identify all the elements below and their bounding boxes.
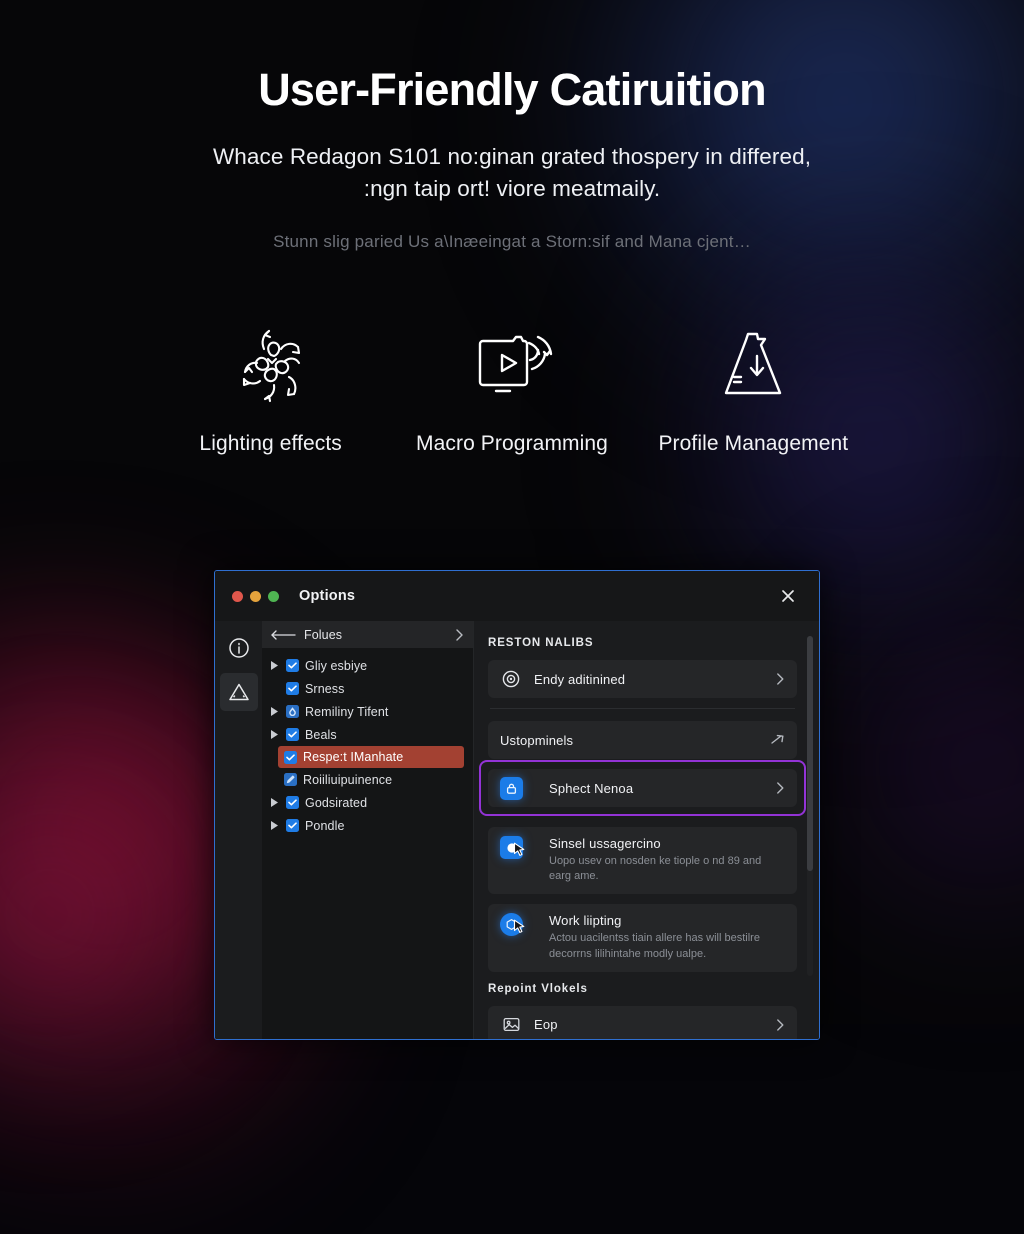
arrow-right-icon[interactable] [771, 734, 784, 746]
tree-item[interactable]: Roiiliuipuinence [262, 768, 473, 791]
vertical-scrollbar[interactable] [807, 636, 813, 976]
section-header: RESTON NALIBS [488, 637, 594, 649]
chevron-right-icon[interactable] [776, 782, 784, 794]
tree-item[interactable]: Srness [262, 677, 473, 700]
cursor-icon [513, 842, 525, 856]
setting-row-endy-aditinined[interactable]: Endy aditinined [488, 660, 797, 698]
tree-item-label: Gliy esbiye [305, 658, 368, 673]
hero-section: User-Friendly Catiruition Whace Redagon … [0, 0, 1024, 252]
expand-triangle-icon[interactable] [268, 730, 280, 739]
feature-profile-management[interactable]: Profile Management [633, 314, 874, 456]
image-icon [500, 1014, 522, 1036]
close-light[interactable] [232, 590, 243, 602]
tree-item-label: Respe:t IManhate [303, 750, 404, 764]
blue-dot-icon [500, 836, 525, 859]
expand-triangle-icon[interactable] [268, 821, 280, 830]
checkbox[interactable] [286, 819, 299, 832]
expand-triangle-icon[interactable] [268, 707, 280, 716]
setting-label: Ustopminels [500, 732, 574, 748]
chevron-right-icon[interactable] [455, 628, 464, 641]
profile-management-icon [633, 314, 874, 414]
feature-lighting-effects[interactable]: Lighting effects [150, 314, 391, 456]
hero-subtitle-line-2: :ngn taip ort! viore meatmaily. [363, 175, 661, 201]
blue-circle-icon [500, 913, 525, 937]
scrollbar-thumb[interactable] [807, 636, 813, 871]
tree-header[interactable]: Folues [262, 621, 473, 648]
options-dialog: Options Folues Gliy esbiye Srness Remili… [214, 570, 820, 1040]
tree-item-selected[interactable]: Respe:t IManhate [278, 746, 464, 768]
hero-note: Stunn slig paried Us a\Inæeingat a Storn… [273, 232, 751, 252]
setting-row-sinsel-ussagercino[interactable]: Sinsel ussagercino Uopo usev on nosden k… [488, 827, 797, 895]
setting-label: Eop [534, 1017, 558, 1033]
setting-row-work-liipting[interactable]: Work liipting Actou uacilentss tiain all… [488, 904, 797, 972]
tree-item-label: Remiliny Tifent [305, 704, 389, 719]
page-title: User-Friendly Catiruition [258, 64, 766, 115]
focused-setting-wrapper: Sphect Nenoa [479, 760, 806, 816]
cursor-icon [513, 919, 525, 934]
lighting-effects-icon [150, 314, 391, 414]
settings-panel: RESTON NALIBS Endy aditinined Ustopminel… [474, 621, 819, 1039]
tree-item-label: Godsirated [305, 795, 368, 810]
setting-text-block: Work liipting Actou uacilentss tiain all… [535, 913, 784, 961]
setting-label: Sinsel ussagercino [549, 836, 661, 851]
feature-label: Lighting effects [199, 432, 342, 456]
tree-item[interactable]: Beals [262, 723, 473, 746]
tree-item[interactable]: Gliy esbiye [262, 654, 473, 677]
tree-header-label: Folues [304, 627, 343, 642]
tree-item[interactable]: Remiliny Tifent [262, 700, 473, 723]
setting-label: Endy aditinined [534, 671, 626, 687]
back-arrow-icon[interactable] [270, 629, 296, 640]
hero-subtitle-line-1: Whace Redagon S101 no:ginan grated thosp… [212, 143, 812, 169]
checkbox[interactable] [286, 682, 299, 695]
dialog-titlebar[interactable]: Options [215, 571, 819, 621]
setting-row-sphect-nenoa[interactable]: Sphect Nenoa [479, 760, 806, 816]
lock-icon [500, 776, 523, 800]
macro-programming-icon [391, 314, 632, 414]
tree-item[interactable]: Pondle [262, 814, 473, 837]
tree-item-label: Beals [305, 727, 337, 742]
feature-label: Macro Programming [416, 432, 608, 456]
checkbox[interactable] [286, 796, 299, 809]
close-icon[interactable] [777, 585, 799, 607]
setting-row-ustopminels[interactable]: Ustopminels [488, 721, 797, 759]
chevron-right-icon[interactable] [776, 1018, 784, 1031]
info-circle-icon[interactable] [220, 629, 258, 667]
divider [490, 708, 795, 709]
checkbox[interactable] [286, 659, 299, 672]
target-circle-icon [500, 668, 522, 690]
minimize-light[interactable] [250, 590, 261, 602]
zoom-light[interactable] [268, 590, 279, 602]
feature-label: Profile Management [658, 432, 849, 456]
window-controls[interactable] [232, 590, 279, 602]
setting-row-eop[interactable]: Eop [488, 1005, 797, 1039]
checkbox[interactable] [286, 705, 299, 718]
tree-item-label: Srness [305, 681, 345, 696]
tree-item[interactable]: Godsirated [262, 791, 473, 814]
checkbox[interactable] [286, 728, 299, 741]
setting-label: Work liipting [549, 913, 622, 929]
dialog-title: Options [299, 588, 356, 604]
setting-description: Actou uacilentss tiain allere has will b… [549, 932, 760, 960]
checkbox[interactable] [284, 750, 297, 764]
setting-text-block: Sinsel ussagercino Uopo usev on nosden k… [535, 836, 784, 884]
setting-description: Uopo usev on nosden ke tiople o nd 89 an… [549, 855, 762, 883]
feature-macro-programming[interactable]: Macro Programming [391, 314, 632, 456]
expand-triangle-icon[interactable] [268, 798, 280, 807]
icon-rail [215, 621, 262, 1039]
chevron-right-icon[interactable] [776, 673, 784, 685]
expand-triangle-icon[interactable] [268, 661, 280, 670]
tree-list: Gliy esbiye Srness Remiliny Tifent Beals… [262, 648, 473, 837]
tree-panel: Folues Gliy esbiye Srness Remiliny Tifen… [262, 621, 474, 1039]
section-header: Repoint Vlokels [488, 982, 588, 995]
hero-subtitle: Whace Redagon S101 no:ginan grated thosp… [132, 141, 892, 205]
feature-list: Lighting effects Macro Programming Profi… [0, 314, 1024, 456]
checkbox[interactable] [284, 773, 297, 786]
tree-item-label: Pondle [305, 818, 345, 833]
setting-label: Sphect Nenoa [549, 780, 634, 796]
warning-triangle-icon[interactable] [219, 673, 258, 711]
dialog-body: Folues Gliy esbiye Srness Remiliny Tifen… [215, 621, 819, 1039]
tree-item-label: Roiiliuipuinence [303, 772, 393, 787]
